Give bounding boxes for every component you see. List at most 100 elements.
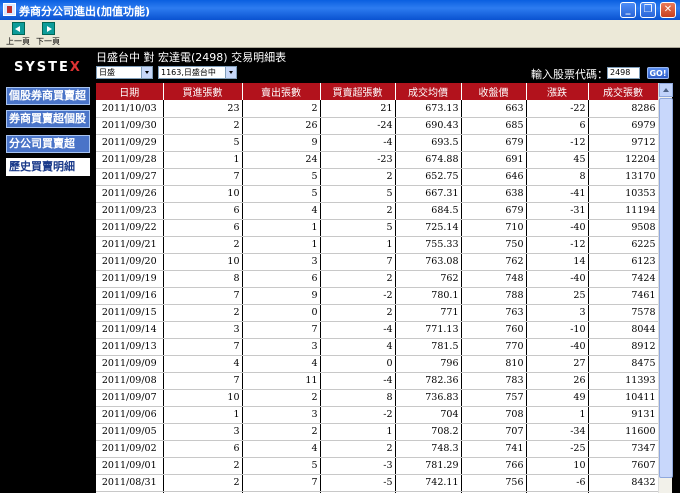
table-cell: -4 bbox=[320, 321, 396, 339]
table-cell: 2011/09/19 bbox=[96, 270, 164, 288]
table-row: 2011/09/09 4 4 0 796 810 27 8475 bbox=[96, 355, 658, 373]
table-cell: 2 bbox=[163, 457, 243, 475]
prev-page-button[interactable]: 上一頁 bbox=[4, 21, 32, 47]
nav-stock-broker-net[interactable]: 個股券商買賣超 bbox=[6, 87, 90, 105]
table-cell: 760 bbox=[461, 321, 527, 339]
vertical-scrollbar[interactable] bbox=[658, 83, 673, 493]
table-cell: 26 bbox=[526, 372, 589, 390]
nav-history-detail[interactable]: 歷史買賣明細 bbox=[6, 158, 90, 176]
table-cell: 5 bbox=[320, 185, 396, 203]
table-cell: 810 bbox=[461, 355, 527, 373]
table-row: 2011/09/19 8 6 2 762 748 -40 7424 bbox=[96, 270, 658, 288]
table-cell: 781.29 bbox=[395, 457, 462, 475]
table-cell: 3 bbox=[163, 423, 243, 441]
table-cell: 2011/09/01 bbox=[96, 457, 164, 475]
table-cell: 771.13 bbox=[395, 321, 462, 339]
col-change: 漲跌 bbox=[526, 83, 589, 100]
prev-page-icon bbox=[12, 22, 25, 35]
table-cell: -40 bbox=[526, 270, 589, 288]
table-row: 2011/09/05 3 2 1 708.2 707 -34 11600 bbox=[96, 423, 658, 441]
table-row: 2011/09/23 6 4 2 684.5 679 -31 11194 bbox=[96, 202, 658, 220]
table-cell: 0 bbox=[242, 304, 321, 322]
table-cell: 7 bbox=[163, 287, 243, 305]
col-net-lots: 買賣超張數 bbox=[320, 83, 396, 100]
table-row: 2011/09/06 1 3 -2 704 708 1 9131 bbox=[96, 406, 658, 424]
table-cell: 10411 bbox=[588, 389, 658, 407]
minimize-button[interactable]: _ bbox=[620, 2, 636, 18]
table-cell: 8 bbox=[163, 270, 243, 288]
branch-select-value: 1163,日盛台中 bbox=[161, 68, 216, 77]
table-cell: 763.08 bbox=[395, 253, 462, 271]
broker-select[interactable]: 日盛 bbox=[96, 66, 153, 79]
table-cell: -6 bbox=[526, 474, 589, 492]
stock-code-input[interactable]: 2498 bbox=[607, 67, 640, 79]
scroll-thumb[interactable] bbox=[659, 98, 673, 478]
table-cell: 5 bbox=[242, 457, 321, 475]
table-cell: 2011/09/22 bbox=[96, 219, 164, 237]
close-button[interactable]: ✕ bbox=[660, 2, 676, 18]
table-cell: 10 bbox=[163, 389, 243, 407]
next-page-button[interactable]: 下一頁 bbox=[34, 21, 62, 47]
go-button[interactable]: GO! bbox=[647, 67, 669, 79]
table-cell: -40 bbox=[526, 338, 589, 356]
table-cell: 691 bbox=[461, 151, 527, 169]
table-cell: 2011/09/29 bbox=[96, 134, 164, 152]
col-avg-price: 成交均價 bbox=[395, 83, 462, 100]
table-cell: 8286 bbox=[588, 100, 658, 118]
scroll-up-arrow-icon[interactable] bbox=[659, 83, 673, 97]
table-cell: 673.13 bbox=[395, 100, 462, 118]
table-cell: 782.36 bbox=[395, 372, 462, 390]
table-cell: 8044 bbox=[588, 321, 658, 339]
table-cell: 11 bbox=[242, 372, 321, 390]
table-cell: 2011/10/03 bbox=[96, 100, 164, 118]
table-cell: 756 bbox=[461, 474, 527, 492]
table-row: 2011/09/07 10 2 8 736.83 757 49 10411 bbox=[96, 389, 658, 407]
table-cell: 685 bbox=[461, 117, 527, 135]
table-cell: 684.5 bbox=[395, 202, 462, 220]
toolbar: 上一頁 下一頁 bbox=[0, 20, 680, 48]
table-cell: 6225 bbox=[588, 236, 658, 254]
table-cell: 2 bbox=[242, 100, 321, 118]
app-icon bbox=[3, 3, 16, 16]
table-cell: 1 bbox=[163, 406, 243, 424]
next-page-icon bbox=[42, 22, 55, 35]
table-cell: 667.31 bbox=[395, 185, 462, 203]
broker-select-value: 日盛 bbox=[99, 68, 115, 77]
table-cell: 45 bbox=[526, 151, 589, 169]
table-cell: 2 bbox=[242, 423, 321, 441]
table-cell: 9508 bbox=[588, 219, 658, 237]
table-cell: 725.14 bbox=[395, 219, 462, 237]
table-cell: 755.33 bbox=[395, 236, 462, 254]
title-bar[interactable]: 券商分公司進出(加值功能) _ ❐ ✕ bbox=[0, 0, 680, 20]
table-cell: -34 bbox=[526, 423, 589, 441]
table-cell: 690.43 bbox=[395, 117, 462, 135]
table-cell: 26 bbox=[242, 117, 321, 135]
systex-logo: SYSTEX bbox=[14, 60, 82, 75]
table-cell: 4 bbox=[242, 355, 321, 373]
col-volume: 成交張數 bbox=[588, 83, 658, 100]
table-cell: 10 bbox=[526, 457, 589, 475]
table-cell: 3 bbox=[242, 406, 321, 424]
table-cell: 6 bbox=[163, 440, 243, 458]
table-row: 2011/09/21 2 1 1 755.33 750 -12 6225 bbox=[96, 236, 658, 254]
table-cell: 766 bbox=[461, 457, 527, 475]
maximize-button[interactable]: ❐ bbox=[640, 2, 656, 18]
table-cell: 748.3 bbox=[395, 440, 462, 458]
table-cell: -4 bbox=[320, 134, 396, 152]
table-cell: -10 bbox=[526, 321, 589, 339]
table-cell: 788 bbox=[461, 287, 527, 305]
table-row: 2011/09/14 3 7 -4 771.13 760 -10 8044 bbox=[96, 321, 658, 339]
branch-select[interactable]: 1163,日盛台中 bbox=[158, 66, 237, 79]
nav-branch-net[interactable]: 分公司買賣超 bbox=[6, 135, 90, 153]
logo-accent: X bbox=[69, 60, 82, 75]
table-row: 2011/08/31 2 7 -5 742.11 756 -6 8432 bbox=[96, 474, 658, 492]
table-cell: 762 bbox=[461, 253, 527, 271]
table-cell: 1 bbox=[163, 151, 243, 169]
nav-broker-net-stock[interactable]: 券商買賣超個股 bbox=[6, 110, 90, 128]
table-cell: 7424 bbox=[588, 270, 658, 288]
table-cell: 7 bbox=[242, 474, 321, 492]
table-cell: 2 bbox=[163, 474, 243, 492]
table-cell: 783 bbox=[461, 372, 527, 390]
table-cell: -3 bbox=[320, 457, 396, 475]
table-cell: 750 bbox=[461, 236, 527, 254]
